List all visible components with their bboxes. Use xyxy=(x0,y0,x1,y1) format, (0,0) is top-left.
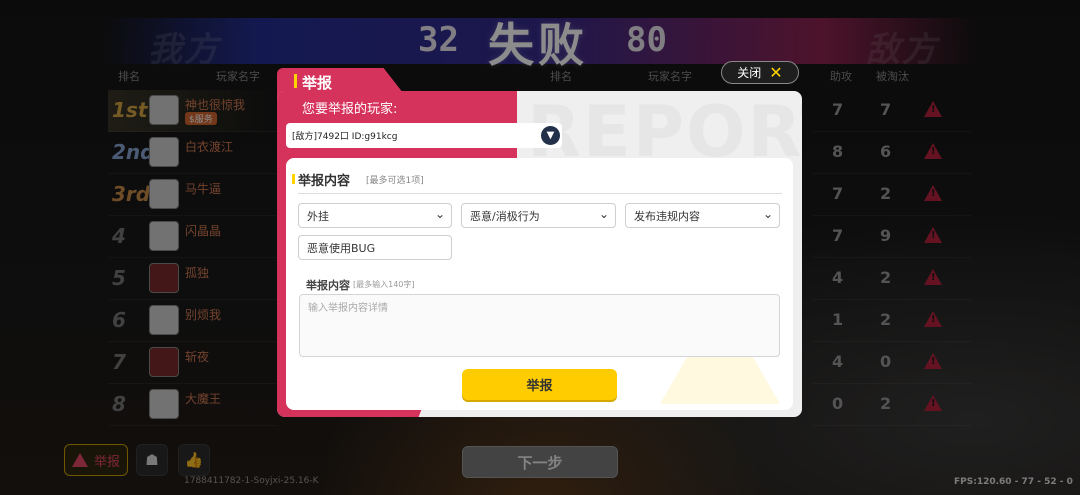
target-player-label: 您要举报的玩家: xyxy=(302,102,398,117)
submit-report-button[interactable]: 举报 xyxy=(462,369,617,400)
option-label: 发布违规内容 xyxy=(634,209,700,223)
option-label: 恶意使用BUG xyxy=(307,241,376,255)
section-title: 举报内容 xyxy=(291,170,350,189)
target-player-value: [敌方]7492口 ID:g91kcg xyxy=(292,132,398,142)
option-bug-abuse[interactable]: 恶意使用BUG xyxy=(298,235,452,260)
close-icon: ✕ xyxy=(769,62,783,82)
chevron-down-icon: ⌄ xyxy=(434,207,445,221)
section-hint: [最多可选1项] xyxy=(366,176,424,186)
option-label: 外挂 xyxy=(307,209,329,223)
detail-textarea[interactable]: 输入举报内容详情 xyxy=(299,294,780,357)
chevron-down-icon: ⌄ xyxy=(598,207,609,221)
tab-accent xyxy=(294,74,297,88)
option-malicious-behavior[interactable]: 恶意/消极行为 ⌄ xyxy=(461,203,616,228)
close-label: 关闭 xyxy=(737,66,762,80)
target-player-select[interactable]: [敌方]7492口 ID:g91kcg ▼ xyxy=(286,123,562,148)
option-violating-content[interactable]: 发布违规内容 ⌄ xyxy=(625,203,780,228)
chevron-down-icon: ▼ xyxy=(541,126,560,145)
divider xyxy=(298,193,782,194)
detail-hint: [最多输入140字] xyxy=(353,280,415,289)
detail-label: 举报内容 xyxy=(306,279,350,292)
chevron-down-icon: ⌄ xyxy=(762,207,773,221)
close-button[interactable]: 关闭 ✕ xyxy=(721,61,799,84)
option-cheat[interactable]: 外挂 ⌄ xyxy=(298,203,452,228)
option-label: 恶意/消极行为 xyxy=(470,209,540,223)
modal-title: 举报 xyxy=(302,74,333,92)
